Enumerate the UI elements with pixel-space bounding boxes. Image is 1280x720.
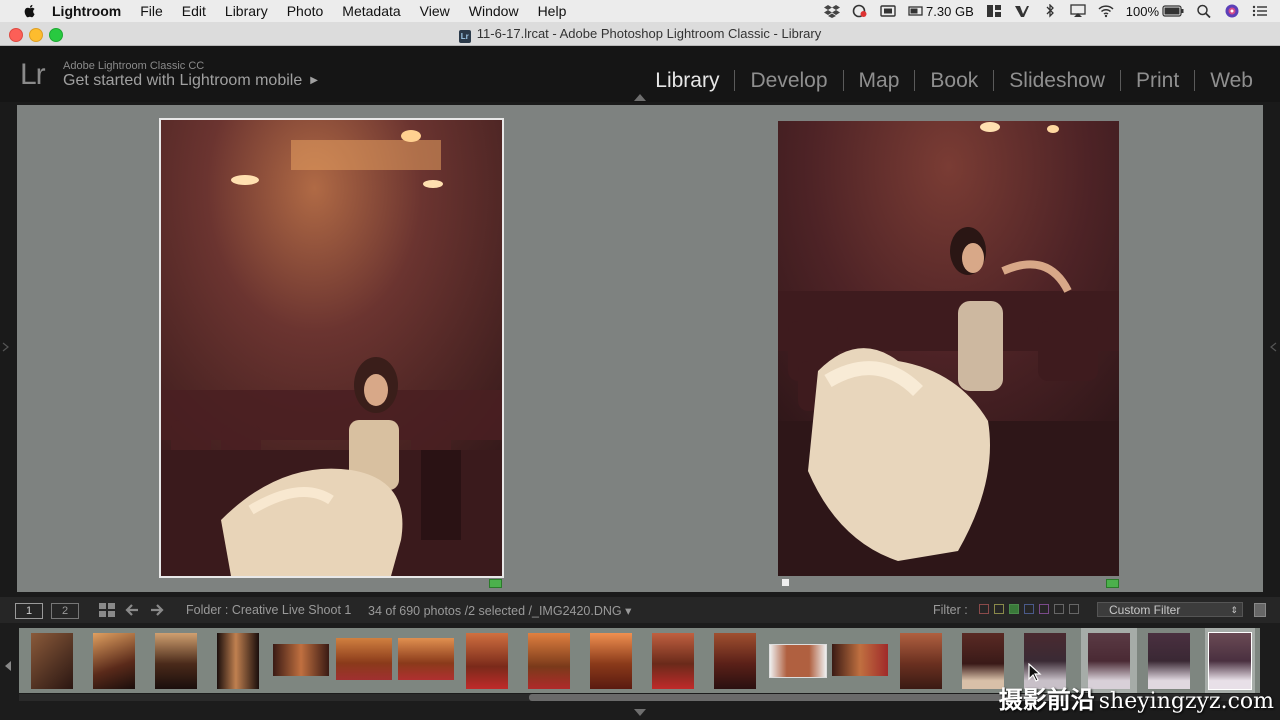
filmstrip-thumb[interactable]	[457, 628, 519, 693]
filmstrip-thumb[interactable]	[83, 628, 143, 693]
lightroom-doc-icon: Lr	[458, 30, 471, 43]
filmstrip-thumb[interactable]	[705, 628, 767, 693]
filmstrip-thumb[interactable]	[643, 628, 705, 693]
back-arrow-icon[interactable]	[124, 603, 140, 617]
photo-1-image	[161, 120, 502, 576]
filter-purple-swatch[interactable]	[1039, 604, 1049, 614]
filmstrip-thumb[interactable]	[829, 628, 891, 693]
filter-custom-swatch[interactable]	[1054, 604, 1064, 614]
spotlight-search-icon[interactable]	[1196, 4, 1212, 18]
lightroom-mobile-label: Get started with Lightroom mobile	[63, 72, 303, 89]
filmstrip-toolbar: 1 2 Folder : Creative Live Shoot 1 34 of…	[0, 597, 1280, 623]
pick-flag-badge[interactable]	[1106, 579, 1119, 588]
filmstrip-thumb[interactable]	[333, 628, 395, 693]
airplay-icon[interactable]	[1070, 4, 1086, 18]
filmstrip-thumb[interactable]	[767, 628, 829, 693]
identity-plate: Lr Adobe Lightroom Classic CC Get starte…	[0, 46, 1280, 102]
filmstrip-thumb[interactable]	[395, 628, 457, 693]
right-panel-toggle-icon[interactable]	[1269, 340, 1277, 354]
filter-label: Filter :	[933, 603, 968, 617]
filter-blue-swatch[interactable]	[1024, 604, 1034, 614]
bottom-panel-toggle-icon[interactable]	[634, 709, 646, 716]
menu-window[interactable]: Window	[469, 3, 519, 19]
forward-arrow-icon[interactable]	[149, 603, 165, 617]
window-titlebar: Lr 11-6-17.lrcat - Adobe Photoshop Lightr…	[0, 22, 1280, 46]
window-title-text: 11-6-17.lrcat - Adobe Photoshop Lightroo…	[476, 26, 822, 41]
filmstrip-thumb[interactable]	[145, 628, 205, 693]
menu-library[interactable]: Library	[225, 3, 268, 19]
wifi-icon[interactable]	[1098, 4, 1114, 18]
apple-icon[interactable]	[22, 3, 38, 19]
flag-marker-icon[interactable]	[782, 579, 789, 586]
module-picker: Library Develop Map Book Slideshow Print…	[640, 70, 1268, 91]
siri-icon[interactable]	[1224, 4, 1240, 18]
source-folder-label[interactable]: Folder : Creative Live Shoot 1	[186, 603, 351, 617]
mac-menubar: Lightroom File Edit Library Photo Metada…	[0, 0, 1280, 22]
menu-edit[interactable]: Edit	[182, 3, 206, 19]
custom-filter-dropdown[interactable]: Custom Filter ⇕	[1097, 602, 1243, 617]
compare-photo-select[interactable]	[159, 118, 504, 578]
top-panel-toggle-icon[interactable]	[634, 94, 646, 101]
module-print[interactable]: Print	[1120, 70, 1194, 91]
filter-red-swatch[interactable]	[979, 604, 989, 614]
identity-product-name: Adobe Lightroom Classic CC	[63, 60, 205, 72]
secondary-window-button[interactable]: 2	[51, 603, 79, 619]
battery-indicator[interactable]: 100%	[1126, 4, 1184, 19]
windows-icon[interactable]	[986, 4, 1002, 18]
menu-help[interactable]: Help	[538, 3, 567, 19]
filmstrip-scroll-left-icon[interactable]	[5, 661, 11, 671]
filter-green-swatch[interactable]	[1009, 604, 1019, 614]
module-web[interactable]: Web	[1194, 70, 1268, 91]
filmstrip-thumb[interactable]	[891, 628, 953, 693]
photo-2-image	[778, 121, 1119, 576]
primary-window-button[interactable]: 1	[15, 603, 43, 619]
module-library[interactable]: Library	[640, 70, 734, 91]
filmstrip-thumb[interactable]	[269, 628, 331, 693]
dropbox-icon[interactable]	[824, 4, 841, 18]
creative-cloud-icon[interactable]	[852, 4, 868, 18]
dropdown-updown-icon: ⇕	[1230, 605, 1238, 615]
pick-flag-badge[interactable]	[489, 579, 502, 588]
lightroom-logo: Lr	[20, 58, 46, 91]
menu-view[interactable]: View	[420, 3, 450, 19]
scrollbar-thumb[interactable]	[529, 694, 1069, 701]
filmstrip-thumb[interactable]	[581, 628, 643, 693]
window-title: Lr 11-6-17.lrcat - Adobe Photoshop Lightr…	[0, 26, 1280, 43]
watermark-chinese: 摄影前沿	[998, 685, 1095, 714]
chevron-down-icon: ▾	[625, 604, 632, 618]
checkmark-v-icon[interactable]	[1014, 4, 1030, 18]
storage-label: 7.30 GB	[926, 3, 974, 19]
flag-filter-group	[979, 604, 1084, 614]
watermark: 摄影前沿 sheyingzyz.com	[999, 680, 1274, 715]
menu-photo[interactable]: Photo	[287, 3, 324, 19]
watermark-domain: sheyingzyz.com	[1098, 689, 1274, 714]
photo-count-text: 34 of 690 photos /2 selected /_IMG2420.D…	[368, 604, 622, 618]
lightroom-mobile-link[interactable]: Get started with Lightroom mobile ▶	[63, 72, 318, 90]
module-map[interactable]: Map	[842, 70, 915, 91]
storage-indicator[interactable]: 7.30 GB	[908, 4, 974, 19]
bluetooth-icon[interactable]	[1042, 4, 1058, 18]
menu-metadata[interactable]: Metadata	[342, 3, 400, 19]
custom-filter-label: Custom Filter	[1109, 603, 1181, 617]
photo-count-label[interactable]: 34 of 690 photos /2 selected /_IMG2420.D…	[368, 603, 631, 618]
left-panel-toggle-icon[interactable]	[2, 340, 10, 354]
grid-view-icon[interactable]	[99, 603, 115, 617]
filmstrip-thumb[interactable]	[21, 628, 81, 693]
display-icon[interactable]	[880, 4, 896, 18]
module-develop[interactable]: Develop	[734, 70, 842, 91]
status-items: 7.30 GB 100%	[824, 0, 1280, 22]
notification-center-icon[interactable]	[1252, 4, 1268, 18]
battery-label: 100%	[1125, 3, 1159, 19]
module-book[interactable]: Book	[914, 70, 993, 91]
module-slideshow[interactable]: Slideshow	[993, 70, 1120, 91]
compare-photo-candidate[interactable]	[778, 121, 1119, 576]
filter-none-swatch[interactable]	[1069, 604, 1079, 614]
filmstrip-thumb[interactable]	[519, 628, 581, 693]
play-arrow-icon: ▶	[310, 75, 318, 86]
filter-lock-icon[interactable]	[1254, 603, 1266, 617]
menu-app-lightroom[interactable]: Lightroom	[52, 3, 121, 19]
filmstrip-thumb[interactable]	[207, 628, 267, 693]
menu-file[interactable]: File	[140, 3, 163, 19]
filter-yellow-swatch[interactable]	[994, 604, 1004, 614]
